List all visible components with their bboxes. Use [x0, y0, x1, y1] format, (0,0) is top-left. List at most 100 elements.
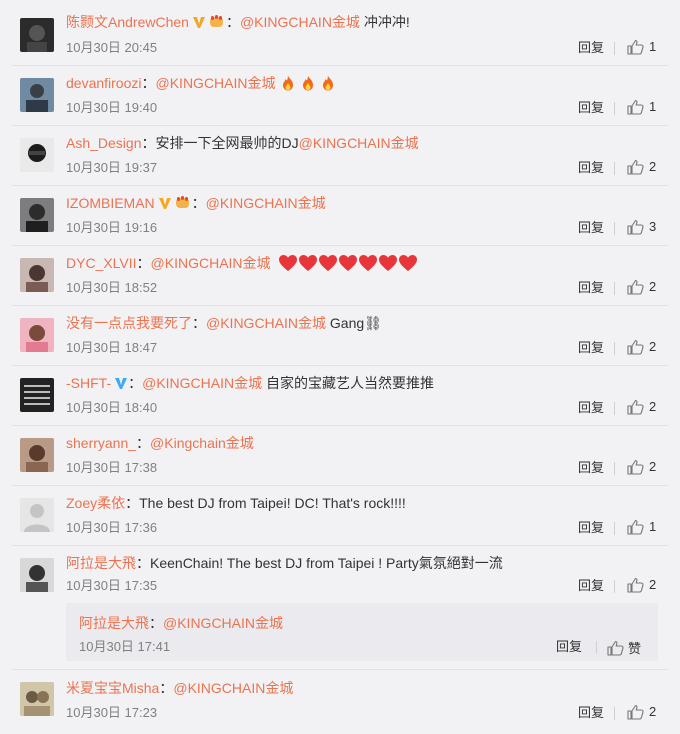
mention-link[interactable]: @Kingchain金城	[150, 435, 254, 451]
username-link[interactable]: Ash_Design	[66, 135, 142, 151]
like-button[interactable]: 2	[627, 704, 656, 720]
like-button[interactable]: 2	[627, 459, 656, 475]
username-link[interactable]: 陈颢文AndrewChen	[66, 14, 189, 30]
like-count: 3	[649, 219, 657, 234]
username-link[interactable]: 阿拉是大飛	[66, 555, 136, 571]
reply-button[interactable]: 回复	[578, 280, 604, 296]
like-button[interactable]: 赞	[607, 638, 641, 657]
avatar[interactable]	[20, 438, 54, 472]
comment-line: DYC_XLVII：@KINGCHAIN金城	[66, 254, 418, 272]
like-label: 赞	[628, 641, 642, 656]
like-count: 2	[649, 459, 657, 474]
comment-time: 10月30日 19:37	[66, 160, 158, 175]
avatar[interactable]	[20, 378, 54, 412]
username-link[interactable]: sherryann_	[66, 435, 136, 451]
comment-time: 10月30日 17:35	[66, 578, 158, 593]
thumbs-up-icon	[627, 459, 644, 475]
reply-button[interactable]: 回复	[578, 40, 604, 56]
reply-button[interactable]: 回复	[578, 705, 604, 721]
like-count: 2	[649, 339, 657, 354]
comment-time: 10月30日 17:38	[66, 460, 158, 475]
avatar[interactable]	[20, 78, 54, 112]
mention-link[interactable]: @KINGCHAIN金城	[206, 195, 326, 211]
gold-v-verified-icon	[192, 17, 205, 28]
reply-button[interactable]: 回复	[578, 160, 604, 176]
thumbs-up-icon	[627, 577, 644, 593]
mention-link[interactable]: @KINGCHAIN金城	[206, 315, 326, 331]
reply-button[interactable]: 回复	[578, 340, 604, 356]
reply-button[interactable]: 回复	[578, 578, 604, 594]
avatar[interactable]	[20, 498, 54, 532]
like-button[interactable]: 3	[627, 219, 656, 235]
fire-emoji-icon	[303, 76, 314, 91]
like-count: 1	[649, 39, 657, 54]
username-link[interactable]: Zoey柔依	[66, 495, 125, 511]
comment-row: 陈颢文AndrewChen ：@KINGCHAIN金城 冲冲冲! 10月30日 2…	[0, 0, 680, 66]
avatar[interactable]	[20, 258, 54, 292]
mention-link[interactable]: @KINGCHAIN金城	[156, 75, 276, 91]
comment-text: KeenChain! The best DJ from Taipei ! Par…	[150, 555, 503, 571]
comment-text: 安排一下全网最帅的DJ	[155, 135, 299, 151]
thumbs-up-icon	[627, 39, 644, 55]
mention-link[interactable]: @KINGCHAIN金城	[142, 375, 262, 391]
comment-line: 阿拉是大飛：KeenChain! The best DJ from Taipei…	[66, 555, 503, 571]
avatar[interactable]	[20, 198, 54, 232]
comment-row: sherryann_：@Kingchain金城 10月30日 17:38 回复 …	[0, 426, 680, 486]
mention-link[interactable]: @KINGCHAIN金城	[299, 135, 419, 151]
mention-link[interactable]: @KINGCHAIN金城	[173, 680, 293, 696]
fist-emoji-icon	[209, 15, 223, 27]
reply-button[interactable]: 回复	[578, 100, 604, 116]
avatar[interactable]	[20, 18, 54, 52]
comment-time: 10月30日 18:47	[66, 340, 158, 355]
comment-line: 米夏宝宝Misha：@KINGCHAIN金城	[66, 680, 294, 696]
mention-link[interactable]: @KINGCHAIN金城	[240, 14, 360, 30]
avatar[interactable]	[20, 558, 54, 592]
thumbs-up-icon	[627, 399, 644, 415]
divider	[614, 522, 615, 535]
like-count: 2	[649, 279, 657, 294]
comment-row: Ash_Design：安排一下全网最帅的DJ@KINGCHAIN金城 10月30…	[0, 126, 680, 186]
like-button[interactable]: 1	[627, 519, 656, 535]
like-button[interactable]: 2	[627, 399, 656, 415]
like-button[interactable]: 2	[627, 339, 656, 355]
like-button[interactable]: 1	[627, 99, 656, 115]
avatar[interactable]	[20, 318, 54, 352]
like-button[interactable]: 2	[627, 279, 656, 295]
divider	[614, 42, 615, 55]
username-link[interactable]: 阿拉是大飛	[79, 615, 149, 631]
comment-line: 陈颢文AndrewChen ：@KINGCHAIN金城 冲冲冲!	[66, 14, 410, 30]
comment-line: IZOMBIEMAN ：@KINGCHAIN金城	[66, 195, 326, 211]
thumbs-up-icon	[627, 704, 644, 720]
username-link[interactable]: IZOMBIEMAN	[66, 195, 155, 211]
comment-time: 10月30日 17:23	[66, 705, 158, 720]
reply-button[interactable]: 回复	[556, 639, 582, 655]
comment-line: devanfiroozi：@KINGCHAIN金城	[66, 74, 335, 92]
comment-row: 米夏宝宝Misha：@KINGCHAIN金城 10月30日 17:23 回复 2	[0, 670, 680, 734]
comment-time: 10月30日 17:36	[66, 520, 158, 535]
reply-button[interactable]: 回复	[578, 520, 604, 536]
reply-button[interactable]: 回复	[578, 220, 604, 236]
like-button[interactable]: 2	[627, 577, 656, 593]
username-link[interactable]: 米夏宝宝Misha	[66, 680, 159, 696]
reply-button[interactable]: 回复	[578, 400, 604, 416]
reply-button[interactable]: 回复	[578, 460, 604, 476]
avatar[interactable]	[20, 138, 54, 172]
thumbs-up-icon	[607, 640, 624, 656]
username-link[interactable]: 没有一点点我要死了	[66, 315, 192, 331]
username-link[interactable]: devanfiroozi	[66, 75, 142, 91]
username-link[interactable]: -SHFT-	[66, 375, 111, 391]
avatar[interactable]	[20, 682, 54, 716]
thumbs-up-icon	[627, 99, 644, 115]
mention-link[interactable]: @KINGCHAIN金城	[163, 615, 283, 631]
thumbs-up-icon	[627, 219, 644, 235]
like-button[interactable]: 1	[627, 39, 656, 55]
username-link[interactable]: DYC_XLVII	[66, 255, 137, 271]
thumbs-up-icon	[627, 159, 644, 175]
mention-link[interactable]: @KINGCHAIN金城	[151, 255, 271, 271]
divider	[614, 102, 615, 115]
like-count: 2	[649, 704, 657, 719]
divider	[614, 402, 615, 415]
comment-line: -SHFT- ：@KINGCHAIN金城 自家的宝藏艺人当然要推推	[66, 375, 434, 391]
comment-text: Gang⛓	[329, 315, 382, 331]
like-button[interactable]: 2	[627, 159, 656, 175]
